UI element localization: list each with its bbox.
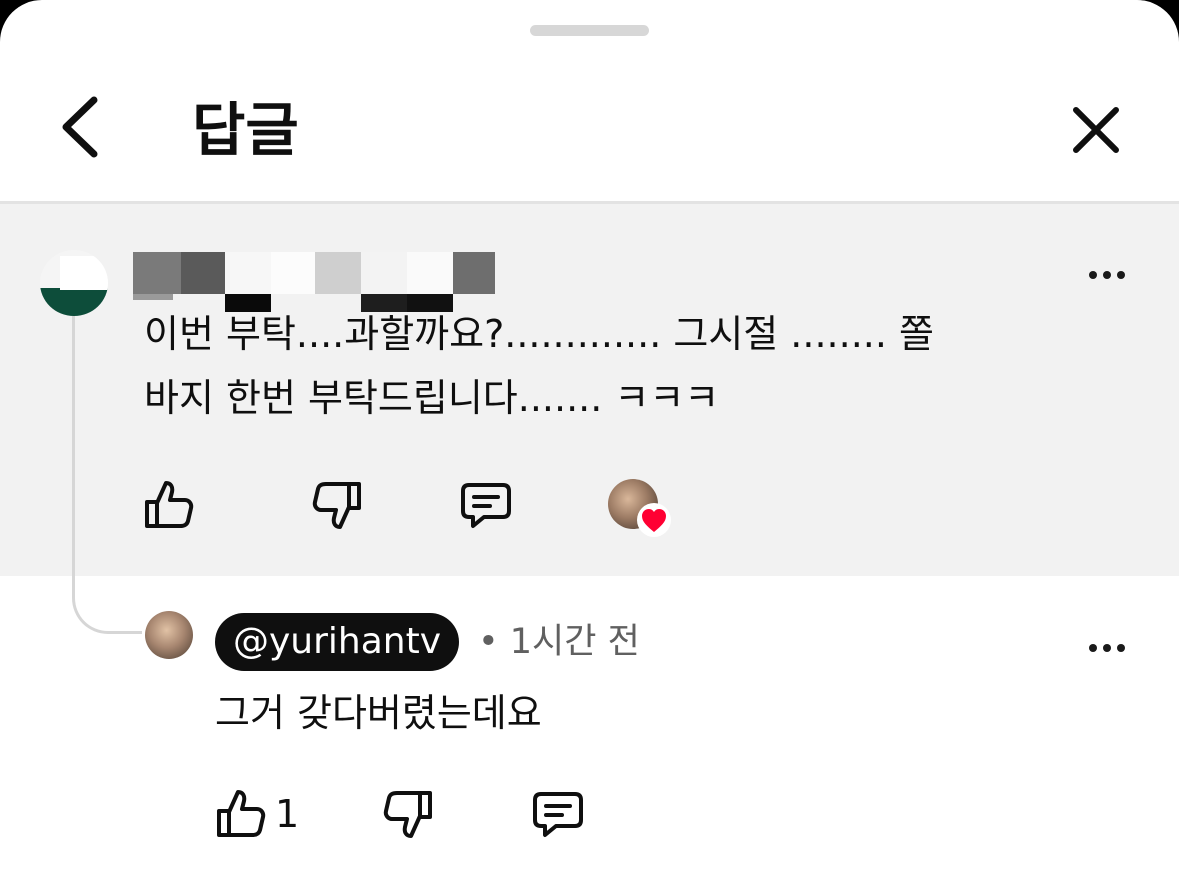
like-button[interactable]: [140, 477, 196, 533]
chevron-left-icon: [62, 96, 98, 158]
creator-handle-badge[interactable]: @yurihantv: [215, 613, 460, 671]
reply-button[interactable]: [458, 477, 514, 533]
sheet-header: 답글: [0, 60, 1179, 200]
reply-button[interactable]: [530, 786, 586, 842]
comment-icon: [533, 792, 583, 837]
close-button[interactable]: [1068, 102, 1124, 158]
sheet-drag-handle[interactable]: [530, 25, 649, 36]
more-options-button[interactable]: [1087, 267, 1127, 283]
comment-text: 이번 부탁....과할까요?............. 그시절 ........…: [144, 312, 934, 420]
thumbs-up-icon: [217, 790, 266, 837]
comment-text: 그거 갖다버렸는데요: [215, 691, 542, 735]
like-button[interactable]: [212, 786, 268, 842]
more-options-button[interactable]: [1087, 640, 1127, 656]
close-icon: [1073, 107, 1119, 153]
dislike-button[interactable]: [381, 786, 437, 842]
thumbs-up-icon: [145, 481, 194, 528]
replies-sheet: 답글 이번 부탁....과할까요?............. 그시절 .....…: [0, 0, 1179, 882]
heart-badge: [637, 503, 671, 537]
notification-dot: [0, 0, 18, 12]
heart-icon: [642, 509, 666, 532]
back-button[interactable]: [52, 92, 112, 162]
comment-icon: [461, 483, 511, 528]
dislike-button[interactable]: [310, 477, 366, 533]
avatar[interactable]: [145, 611, 193, 659]
page-title: 답글: [192, 96, 299, 164]
thumbs-down-icon: [383, 791, 432, 838]
avatar[interactable]: [40, 250, 108, 316]
thread-connector: [72, 312, 142, 634]
like-count: 1: [275, 792, 300, 836]
thumbs-down-icon: [312, 482, 361, 529]
reply-timestamp: • 1시간 전: [478, 622, 640, 662]
